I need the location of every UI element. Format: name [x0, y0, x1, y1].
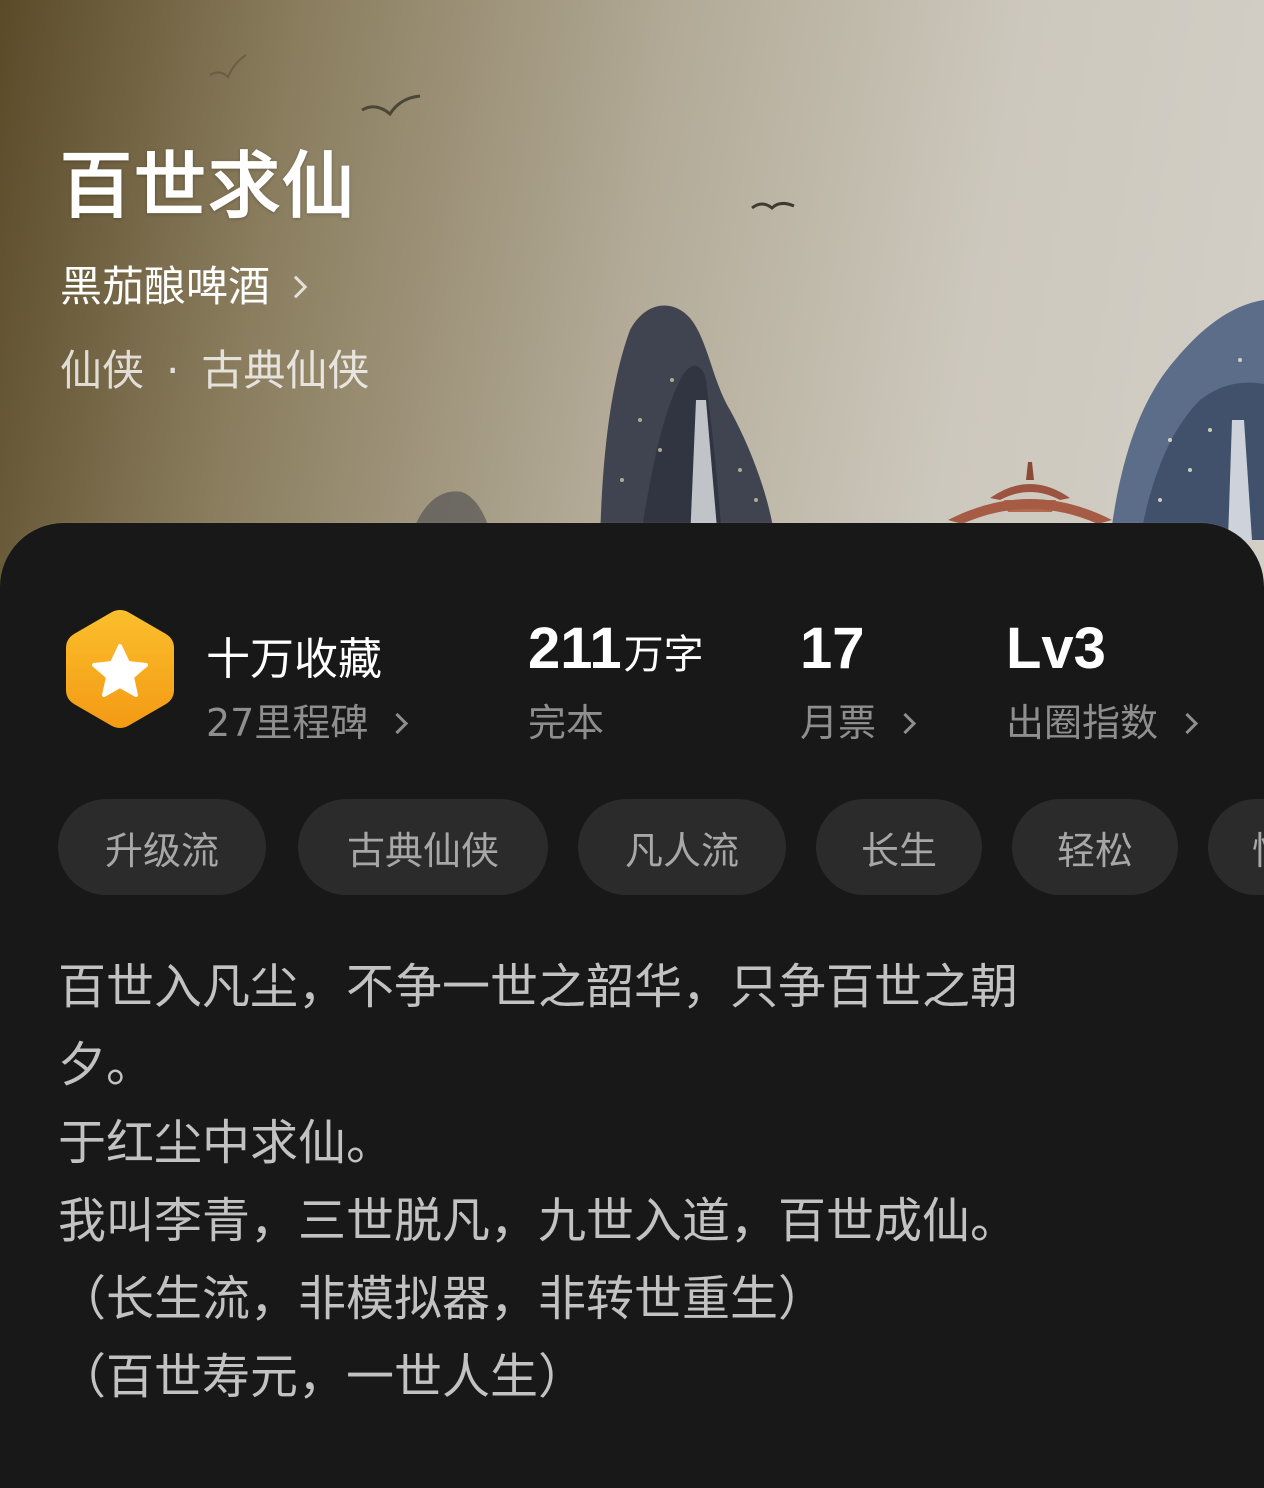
synopsis-line: （百世寿元，一世人生） — [58, 1349, 587, 1405]
popularity-link[interactable]: 出圈指数 — [1006, 701, 1199, 745]
tag-chip[interactable]: 升级流 — [58, 799, 266, 895]
chevron-right-icon — [894, 712, 917, 734]
word-count-value: 211 — [528, 616, 622, 681]
book-title: 百世求仙 — [60, 143, 357, 228]
chevron-right-icon — [387, 712, 409, 734]
synopsis-line: 夕。 — [58, 1037, 155, 1093]
monthly-ticket-value: 17 — [800, 616, 865, 681]
completion-text: 完本 — [528, 701, 605, 745]
chevron-right-icon — [284, 275, 308, 299]
book-info-card: 十万收藏 27里程碑 211万字 完本 17 月票 Lv3 出圈指数 升级流 古… — [0, 523, 1264, 1488]
popularity-label: 出圈指数 — [1006, 701, 1159, 745]
genre-line: 仙侠 · 古典仙侠 — [60, 350, 369, 392]
popularity-level: Lv3 — [1006, 620, 1106, 678]
tag-chip[interactable]: 轻松 — [1012, 799, 1178, 895]
milestone-text: 27里程碑 — [206, 701, 369, 745]
tag-list: 升级流 古典仙侠 凡人流 长生 轻松 悟 — [58, 799, 1264, 895]
completion-status: 完本 — [528, 704, 604, 742]
tag-chip[interactable]: 凡人流 — [578, 799, 786, 895]
chevron-right-icon — [1176, 712, 1199, 734]
genre-main[interactable]: 仙侠 — [60, 350, 144, 392]
collection-label: 十万收藏 — [206, 634, 382, 685]
word-count: 211万字 — [528, 620, 704, 678]
author-link[interactable]: 黑茄酿啤酒 — [60, 262, 308, 311]
genre-separator: · — [166, 346, 180, 395]
tag-chip[interactable]: 悟 — [1208, 799, 1264, 895]
synopsis-line: 我叫李青，三世脱凡，九世入道，百世成仙。 — [58, 1193, 1019, 1249]
monthly-ticket-count: 17 — [800, 620, 865, 678]
word-count-unit: 万字 — [623, 632, 704, 678]
star-hexagon-icon — [66, 610, 174, 728]
genre-sub[interactable]: 古典仙侠 — [201, 350, 369, 392]
synopsis-line: 百世入凡尘，不争一世之韶华，只争百世之朝 — [58, 959, 1019, 1015]
popularity-value: Lv3 — [1006, 616, 1106, 681]
synopsis-line: （长生流，非模拟器，非转世重生） — [58, 1271, 827, 1327]
book-detail-page: 百世求仙 黑茄酿啤酒 仙侠 · 古典仙侠 十万收藏 27里程碑 211万字 完本… — [0, 0, 1264, 1488]
stats-row: 十万收藏 27里程碑 211万字 完本 17 月票 Lv3 出圈指数 — [0, 598, 1264, 742]
synopsis-line: 于红尘中求仙。 — [58, 1115, 395, 1171]
pavilion-icon — [948, 462, 1112, 532]
tag-chip[interactable]: 古典仙侠 — [298, 799, 548, 895]
bird-icon — [209, 54, 247, 79]
tag-chip[interactable]: 长生 — [816, 799, 982, 895]
bird-icon — [751, 201, 795, 211]
bird-icon — [361, 94, 421, 117]
synopsis: 百世入凡尘，不争一世之韶华，只争百世之朝 夕。 于红尘中求仙。 我叫李青，三世脱… — [58, 948, 1158, 1416]
monthly-ticket-label: 月票 — [800, 701, 877, 745]
author-name: 黑茄酿啤酒 — [60, 262, 271, 311]
monthly-ticket-link[interactable]: 月票 — [800, 701, 917, 745]
milestone-link[interactable]: 27里程碑 — [206, 701, 409, 745]
